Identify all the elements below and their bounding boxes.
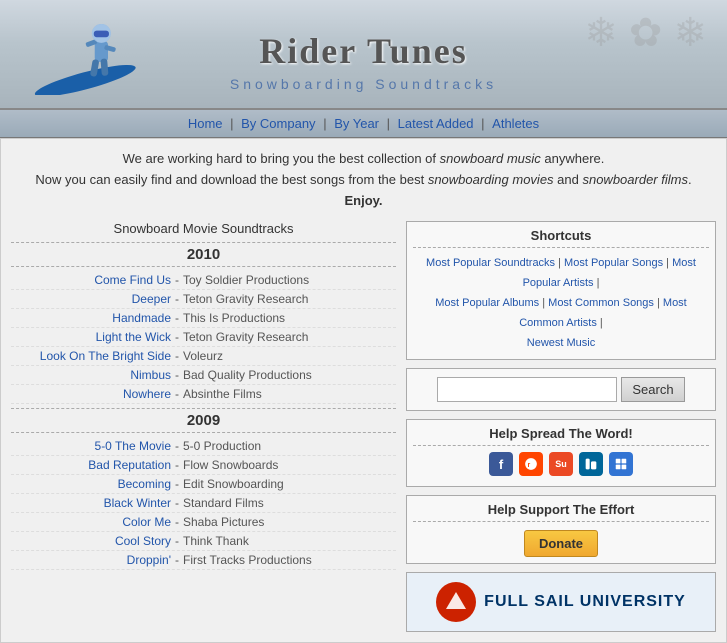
- movie-company: 5-0 Production: [183, 439, 261, 453]
- header-pattern: ❄ ✿ ❄: [584, 10, 707, 56]
- list-item: Black Winter - Standard Films: [11, 494, 396, 513]
- donate-button[interactable]: Donate: [524, 530, 598, 557]
- search-button[interactable]: Search: [621, 377, 684, 402]
- main-content: We are working hard to bring you the bes…: [0, 138, 727, 643]
- fullsail-logo: [436, 582, 476, 622]
- movie-list-2009: 5-0 The Movie - 5-0 Production Bad Reput…: [11, 437, 396, 570]
- fullsail-brand-name: FULL SAIL UNIVERSITY: [484, 593, 686, 611]
- list-item: Nimbus - Bad Quality Productions: [11, 366, 396, 385]
- shortcuts-box: Shortcuts Most Popular Soundtracks | Mos…: [406, 221, 716, 360]
- shortcut-common-songs[interactable]: Most Common Songs: [548, 297, 654, 309]
- movie-link[interactable]: Look On The Bright Side: [11, 349, 171, 363]
- right-column: Shortcuts Most Popular Soundtracks | Mos…: [406, 221, 716, 632]
- nav-latest-added[interactable]: Latest Added: [398, 116, 474, 131]
- movie-company: Bad Quality Productions: [183, 368, 312, 382]
- movie-company: Teton Gravity Research: [183, 330, 308, 344]
- movie-link[interactable]: Deeper: [11, 292, 171, 306]
- shortcut-newest-music[interactable]: Newest Music: [527, 337, 595, 349]
- digg-icon[interactable]: [579, 452, 603, 476]
- social-icons-group: f r Su: [413, 452, 709, 476]
- movie-link[interactable]: Light the Wick: [11, 330, 171, 344]
- shortcuts-title: Shortcuts: [413, 228, 709, 248]
- fullsail-content: FULL SAIL UNIVERSITY: [430, 576, 692, 628]
- shortcut-popular-soundtracks[interactable]: Most Popular Soundtracks: [426, 257, 555, 269]
- movie-link[interactable]: Handmade: [11, 311, 171, 325]
- year-2010: 2010: [11, 242, 396, 267]
- movie-company: Shaba Pictures: [183, 515, 264, 529]
- movie-link[interactable]: Becoming: [11, 477, 171, 491]
- movie-company: Absinthe Films: [183, 387, 262, 401]
- movie-link[interactable]: Droppin': [11, 553, 171, 567]
- movie-company: This Is Productions: [183, 311, 285, 325]
- list-item: Nowhere - Absinthe Films: [11, 385, 396, 404]
- search-box: Search: [406, 368, 716, 411]
- shortcuts-links: Most Popular Soundtracks | Most Popular …: [413, 254, 709, 353]
- movie-company: Toy Soldier Productions: [183, 273, 309, 287]
- movie-company: Flow Snowboards: [183, 458, 278, 472]
- movie-link[interactable]: Cool Story: [11, 534, 171, 548]
- navigation-bar: Home | By Company | By Year | Latest Add…: [0, 110, 727, 138]
- list-item: Becoming - Edit Snowboarding: [11, 475, 396, 494]
- movie-company: Edit Snowboarding: [183, 477, 284, 491]
- support-box: Help Support The Effort Donate: [406, 495, 716, 564]
- list-item: 5-0 The Movie - 5-0 Production: [11, 437, 396, 456]
- soundtracks-section-title: Snowboard Movie Soundtracks: [11, 221, 396, 236]
- spread-title: Help Spread The Word!: [413, 426, 709, 446]
- stumbleupon-icon[interactable]: Su: [549, 452, 573, 476]
- support-title: Help Support The Effort: [413, 502, 709, 522]
- movie-company: Teton Gravity Research: [183, 292, 308, 306]
- shortcut-popular-songs[interactable]: Most Popular Songs: [564, 257, 663, 269]
- movie-link[interactable]: Bad Reputation: [11, 458, 171, 472]
- site-header: ❄ ✿ ❄ Rider Tunes Snowboarding Soundtrac…: [0, 0, 727, 110]
- search-input[interactable]: [437, 377, 617, 402]
- list-item: Deeper - Teton Gravity Research: [11, 290, 396, 309]
- list-item: Come Find Us - Toy Soldier Productions: [11, 271, 396, 290]
- list-item: Handmade - This Is Productions: [11, 309, 396, 328]
- movie-link[interactable]: Black Winter: [11, 496, 171, 510]
- movie-company: First Tracks Productions: [183, 553, 312, 567]
- list-item: Color Me - Shaba Pictures: [11, 513, 396, 532]
- svg-text:r: r: [528, 462, 531, 469]
- left-column: Snowboard Movie Soundtracks 2010 Come Fi…: [11, 221, 396, 570]
- shortcut-popular-albums[interactable]: Most Popular Albums: [435, 297, 539, 309]
- movie-link[interactable]: Come Find Us: [11, 273, 171, 287]
- movie-link[interactable]: 5-0 The Movie: [11, 439, 171, 453]
- list-item: Look On The Bright Side - Voleurz: [11, 347, 396, 366]
- year-2009: 2009: [11, 408, 396, 433]
- reddit-icon[interactable]: r: [519, 452, 543, 476]
- movie-link[interactable]: Color Me: [11, 515, 171, 529]
- two-column-layout: Snowboard Movie Soundtracks 2010 Come Fi…: [11, 221, 716, 632]
- nav-by-year[interactable]: By Year: [334, 116, 379, 131]
- movie-company: Think Thank: [183, 534, 249, 548]
- list-item: Cool Story - Think Thank: [11, 532, 396, 551]
- movie-list-2010: Come Find Us - Toy Soldier Productions D…: [11, 271, 396, 404]
- spread-box: Help Spread The Word! f r Su: [406, 419, 716, 487]
- movie-link[interactable]: Nowhere: [11, 387, 171, 401]
- movie-link[interactable]: Nimbus: [11, 368, 171, 382]
- facebook-icon[interactable]: f: [489, 452, 513, 476]
- nav-home[interactable]: Home: [188, 116, 223, 131]
- snowboarder-illustration: [30, 5, 150, 95]
- list-item: Light the Wick - Teton Gravity Research: [11, 328, 396, 347]
- nav-athletes[interactable]: Athletes: [492, 116, 539, 131]
- list-item: Droppin' - First Tracks Productions: [11, 551, 396, 570]
- intro-section: We are working hard to bring you the bes…: [11, 149, 716, 211]
- search-form: Search: [415, 377, 707, 402]
- fullsail-advertisement[interactable]: FULL SAIL UNIVERSITY: [406, 572, 716, 632]
- list-item: Bad Reputation - Flow Snowboards: [11, 456, 396, 475]
- movie-company: Standard Films: [183, 496, 264, 510]
- nav-by-company[interactable]: By Company: [241, 116, 315, 131]
- movie-company: Voleurz: [183, 349, 223, 363]
- delicious-icon[interactable]: [609, 452, 633, 476]
